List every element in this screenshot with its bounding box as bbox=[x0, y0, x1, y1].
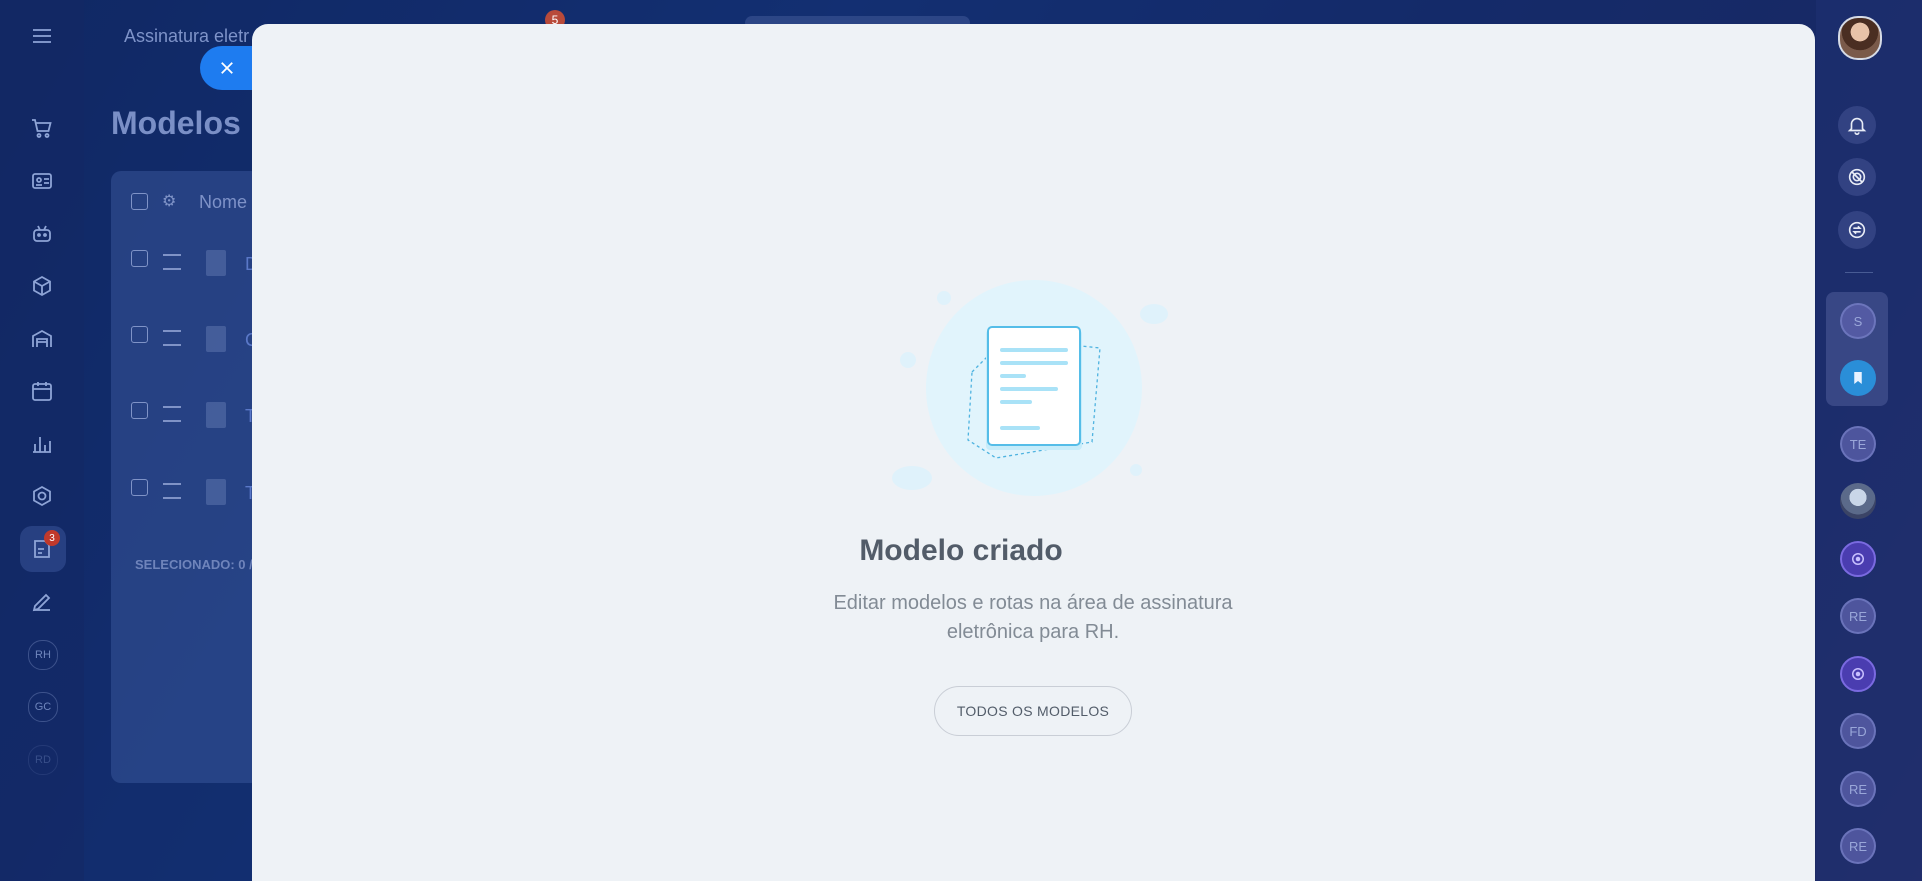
robot-icon[interactable] bbox=[28, 220, 56, 248]
row-checkbox[interactable] bbox=[131, 326, 148, 343]
hexagon-icon[interactable] bbox=[28, 482, 56, 510]
channel-icon[interactable] bbox=[1840, 656, 1876, 692]
drag-handle-icon[interactable] bbox=[163, 330, 181, 346]
pen-icon[interactable] bbox=[28, 588, 56, 616]
bell-icon[interactable] bbox=[1838, 106, 1876, 144]
sidebar-item-rh[interactable]: RH bbox=[28, 640, 58, 670]
select-all-checkbox[interactable] bbox=[131, 193, 148, 210]
document-illustration bbox=[892, 280, 1168, 496]
sync-chat-icon[interactable] bbox=[1838, 211, 1876, 249]
drag-handle-icon[interactable] bbox=[163, 254, 181, 270]
warehouse-icon[interactable] bbox=[28, 325, 56, 353]
all-templates-button[interactable]: TODOS OS MODELOS bbox=[934, 686, 1132, 736]
gear-icon[interactable]: ⚙ bbox=[162, 191, 176, 211]
drag-handle-icon[interactable] bbox=[163, 483, 181, 499]
document-icon bbox=[206, 479, 226, 505]
page-title: Modelos bbox=[111, 105, 241, 141]
row-checkbox[interactable] bbox=[131, 250, 148, 267]
row-checkbox[interactable] bbox=[131, 402, 148, 419]
modal-title: Modelo criado bbox=[859, 534, 1063, 567]
chat-avatar-re[interactable]: RE bbox=[1840, 771, 1876, 807]
box-icon[interactable] bbox=[28, 272, 56, 300]
chat-avatar-te[interactable]: TE bbox=[1840, 426, 1876, 462]
drag-handle-icon[interactable] bbox=[163, 406, 181, 422]
chat-avatar-re[interactable]: RE bbox=[1840, 828, 1876, 864]
divider bbox=[1845, 272, 1873, 273]
column-header-name[interactable]: Nome bbox=[199, 192, 247, 213]
modal-description: Editar modelos e rotas na área de assina… bbox=[833, 592, 1233, 643]
user-avatar[interactable] bbox=[1838, 16, 1882, 60]
row-checkbox[interactable] bbox=[131, 479, 148, 496]
document-icon bbox=[206, 250, 226, 276]
chat-avatar-re[interactable]: RE bbox=[1840, 598, 1876, 634]
bookmark-icon[interactable] bbox=[1840, 360, 1876, 396]
document-icon bbox=[206, 402, 226, 428]
header-title: Assinatura eletr bbox=[124, 26, 250, 46]
chat-avatar-s[interactable]: S bbox=[1840, 303, 1876, 339]
close-icon bbox=[221, 62, 233, 74]
chat-avatar-cat[interactable] bbox=[1840, 483, 1876, 519]
cart-icon[interactable] bbox=[28, 114, 56, 142]
chat-avatar-fd[interactable]: FD bbox=[1840, 713, 1876, 749]
document-icon bbox=[206, 326, 226, 352]
bar-chart-icon[interactable] bbox=[28, 430, 56, 458]
sidebar-item-rd[interactable]: RD bbox=[28, 745, 58, 775]
sidebar-item-gc[interactable]: GC bbox=[28, 692, 58, 722]
contact-card-icon[interactable] bbox=[28, 167, 56, 195]
menu-icon[interactable] bbox=[28, 22, 56, 50]
copilot-icon[interactable] bbox=[1838, 158, 1876, 196]
calendar-icon[interactable] bbox=[28, 377, 56, 405]
